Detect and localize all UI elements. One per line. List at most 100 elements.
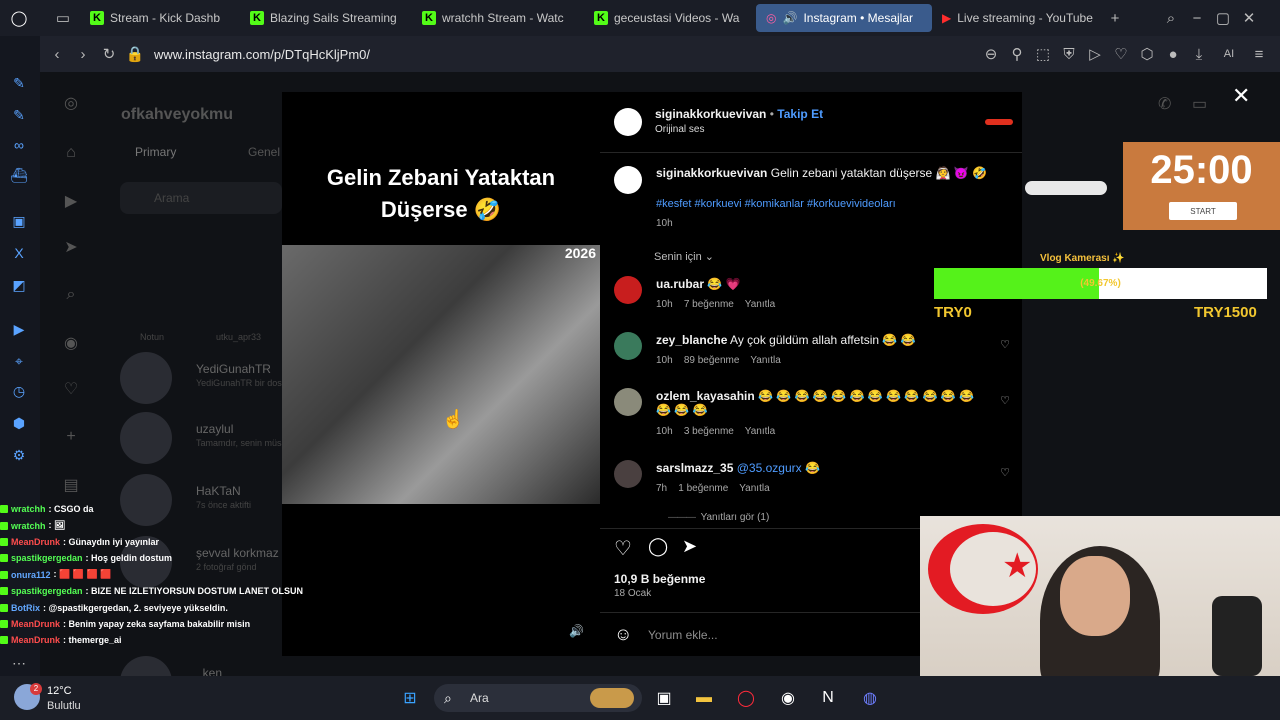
dm-row[interactable]: YediGunahTR YediGunahTR bir dosya <box>118 352 286 408</box>
chat-username[interactable]: wratchh <box>11 504 46 514</box>
comment-like-icon[interactable]: ♡ <box>1000 338 1010 351</box>
hashtags[interactable]: #kesfet #korkuevi #komikanlar #korkueviv… <box>656 198 896 210</box>
glasses-icon[interactable]: ∞ <box>8 134 30 156</box>
tab-kick-dashboard[interactable]: K Stream - Kick Dashb <box>80 4 240 32</box>
settings-icon[interactable]: ⚙ <box>8 444 30 466</box>
comment-avatar[interactable] <box>614 388 642 416</box>
explore-icon[interactable]: ◉ <box>60 332 82 354</box>
url-field[interactable]: www.instagram.com/p/DTqHcKljPm0/ <box>154 47 370 62</box>
close-modal-icon[interactable]: ✕ <box>1232 83 1250 109</box>
tab-geceustasi[interactable]: Kgeceustasi Videos - Wa <box>584 4 756 32</box>
instagram-logo-icon[interactable]: ◎ <box>60 92 82 114</box>
more-icon[interactable]: ⋯ <box>8 652 30 674</box>
x-icon[interactable]: X <box>8 242 30 264</box>
tab-youtube[interactable]: ▶ Live streaming - YouTube <box>932 4 1102 32</box>
chat-username[interactable]: MeanDrunk <box>11 619 60 629</box>
author-avatar[interactable] <box>614 108 642 136</box>
like-icon[interactable]: ♡ <box>614 536 632 561</box>
comment-avatar[interactable] <box>614 332 642 360</box>
dm-search-input[interactable]: Arama <box>120 182 282 214</box>
view-replies-link[interactable]: ——— Yanıtları gör (1) <box>668 512 769 523</box>
windows-start-icon[interactable]: ⊞ <box>398 686 422 710</box>
search-tabs-icon[interactable]: ⌕ <box>1158 5 1184 31</box>
chat-username[interactable]: MeanDrunk <box>11 537 60 547</box>
dm-username[interactable]: ofkahveyokmu <box>121 106 233 124</box>
ship-icon[interactable]: ⛴ <box>8 164 30 186</box>
tab-general[interactable]: Genel <box>248 145 280 159</box>
dm-row[interactable]: uzaylul Tamamdır, senin müsait <box>118 412 286 468</box>
tab-wratchh[interactable]: Kwratchh Stream - Watc <box>412 4 584 32</box>
mute-icon[interactable]: 🔊 <box>569 624 584 638</box>
share-icon[interactable]: ➤ <box>682 536 697 557</box>
pin3-icon[interactable]: ⌖ <box>8 350 30 372</box>
extensions-icon[interactable]: ⬢ <box>8 412 30 434</box>
chat-username[interactable]: BotRix <box>11 603 40 613</box>
tab-menu-icon[interactable]: ▭ <box>50 5 76 31</box>
comment-icon[interactable]: ◯ <box>648 536 668 557</box>
account-icon[interactable]: ● <box>1160 41 1186 67</box>
chat-username[interactable]: onura112 <box>11 570 51 580</box>
comment-avatar[interactable] <box>614 460 642 488</box>
player-icon[interactable]: ▶ <box>8 318 30 340</box>
opera-logo-icon[interactable]: ◯ <box>6 5 32 31</box>
sort-dropdown[interactable]: Senin için ⌄ <box>654 250 714 263</box>
download-icon[interactable]: ⤓ <box>1186 41 1212 67</box>
discord-icon[interactable]: ◍ <box>858 686 882 710</box>
author-avatar[interactable] <box>614 166 642 194</box>
twitch-icon[interactable]: ▣ <box>8 210 30 232</box>
chat-username[interactable]: wratchh <box>11 521 46 531</box>
shield-icon[interactable]: ⛨ <box>1056 41 1082 67</box>
home-icon[interactable]: ⌂ <box>60 142 82 164</box>
comment-like-icon[interactable]: ♡ <box>1000 394 1010 407</box>
tab-instagram[interactable]: ◎ 🔊 Instagram • Mesajlar <box>756 4 932 32</box>
heart-bookmark-icon[interactable]: ♡ <box>1108 41 1134 67</box>
create-icon[interactable]: + <box>60 426 82 448</box>
reel-video-player[interactable]: Gelin Zebani Yataktan Düşerse 🤣 2026 ☝ 🔊 <box>282 92 600 656</box>
ai-icon[interactable]: AI <box>1212 41 1246 67</box>
extensions-icon[interactable]: ⬡ <box>1134 41 1160 67</box>
close-window-icon[interactable]: ✕ <box>1236 5 1262 31</box>
pin-icon[interactable]: ✎ <box>8 72 30 94</box>
reload-icon[interactable]: ↻ <box>96 41 122 67</box>
zoom-icon[interactable]: ⊖ <box>978 41 1004 67</box>
notion-icon[interactable]: N <box>816 686 840 710</box>
search-icon[interactable]: ⌕ <box>60 284 82 306</box>
chat-username[interactable]: spastikgergedan <box>11 586 83 596</box>
minimize-icon[interactable]: − <box>1184 5 1210 31</box>
follow-button[interactable]: Takip Et <box>777 107 823 121</box>
video-frame[interactable]: 2026 ☝ <box>282 245 600 504</box>
tab-blazing-sails[interactable]: K Blazing Sails Streaming <box>240 4 412 32</box>
pin-page-icon[interactable]: ⚲ <box>1004 41 1030 67</box>
reels-icon[interactable]: ▶ <box>60 190 82 212</box>
history-icon[interactable]: ◷ <box>8 380 30 402</box>
forward-icon[interactable]: › <box>70 41 96 67</box>
more-options-icon[interactable] <box>985 119 1013 125</box>
pin2-icon[interactable]: ✎ <box>8 104 30 126</box>
call-icon[interactable]: ✆ <box>1158 94 1171 114</box>
new-tab-icon[interactable]: + <box>1102 5 1128 31</box>
file-explorer-icon[interactable]: ▬ <box>692 686 716 710</box>
comment-input[interactable]: Yorum ekle... <box>648 628 718 642</box>
maximize-icon[interactable]: ▢ <box>1210 5 1236 31</box>
audio-label[interactable]: Orijinal ses <box>655 124 704 135</box>
opera-icon[interactable]: ◯ <box>734 686 758 710</box>
video-call-icon[interactable]: ▭ <box>1192 94 1207 114</box>
menu-icon[interactable]: ≡ <box>1246 41 1272 67</box>
app-icon[interactable]: ◩ <box>8 274 30 296</box>
timer-start-button[interactable]: START <box>1169 202 1237 220</box>
taskbar-search[interactable]: ⌕ Ara <box>434 684 642 712</box>
back-icon[interactable]: ‹ <box>44 41 70 67</box>
emoji-icon[interactable]: ☺ <box>614 624 632 645</box>
snapshot-icon[interactable]: ⬚ <box>1030 41 1056 67</box>
comment-like-icon[interactable]: ♡ <box>1000 466 1010 479</box>
send-icon[interactable]: ▷ <box>1082 41 1108 67</box>
comment-avatar[interactable] <box>614 276 642 304</box>
like-count[interactable]: 10,9 B beğenme <box>614 572 705 586</box>
weather-temp[interactable]: 12°C <box>47 685 72 697</box>
chat-username[interactable]: spastikgergedan <box>11 553 83 563</box>
author-username[interactable]: siginakkorkuevivan <box>655 107 766 121</box>
obs-icon[interactable]: ◉ <box>776 686 800 710</box>
chat-username[interactable]: MeanDrunk <box>11 635 60 645</box>
media-control-pill[interactable] <box>1025 181 1107 195</box>
messages-icon[interactable]: ➤ <box>60 236 82 258</box>
